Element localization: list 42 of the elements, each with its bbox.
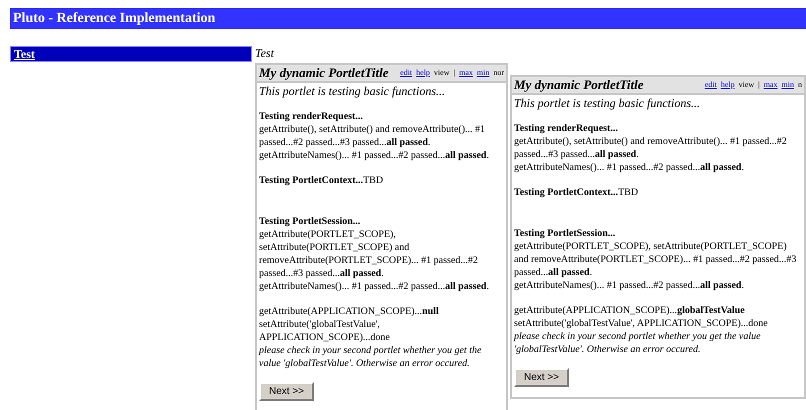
next-button[interactable]: Next >> — [259, 382, 314, 401]
test-result-text: Testing PortletSession... — [514, 227, 616, 240]
portlet-mode-link[interactable]: help — [720, 79, 735, 91]
test-result-text: getAttributeNames()... #1 passed...#2 passed...all passed. — [259, 280, 490, 293]
portlet-title: My dynamic PortletTitle — [259, 65, 388, 81]
test-result-text: Testing renderRequest... — [259, 110, 364, 123]
header-title: Pluto - Reference Implementation — [13, 10, 216, 28]
note-text: please check in your second portlet whether you get the value 'globalTestValue'. Otherwise an error occured. — [514, 330, 762, 356]
portlet-title: My dynamic PortletTitle — [514, 77, 644, 93]
portlet-mode-link[interactable]: max — [459, 67, 473, 79]
test-result-text: getAttribute(PORTLET_SCOPE), setAttribute(PORTLET_SCOPE) and removeAttribute(PORTLET_SCOPE)... #1 passed...#2 passed...#3 passed...all passed. — [514, 240, 798, 279]
test-result-text: getAttribute(), setAttribute() and removeAttribute()... #1 passed...#2 passed...#3 passed...all passed. — [259, 123, 486, 149]
test-result-text: getAttribute(APPLICATION_SCOPE)...globalTestValue — [514, 304, 746, 317]
test-result-text: Testing PortletContext...TBD — [259, 174, 384, 187]
portlet-mode-link[interactable]: max — [764, 79, 778, 91]
test-result-text: setAttribute('globalTestValue', APPLICATION_SCOPE)...done — [514, 317, 769, 330]
portlet-mode-link[interactable]: edit — [400, 67, 412, 79]
portlet-mode-link[interactable]: min — [782, 79, 794, 91]
test-result-text: getAttributeNames()... #1 passed...#2 passed...all passed. — [514, 279, 745, 292]
portlet-mode-link[interactable]: help — [416, 67, 430, 79]
portlet-mode-link[interactable]: min — [476, 67, 490, 79]
note-text: please check in your second portlet whether you get the value 'globalTestValue'. Otherwise an error occured. — [259, 344, 482, 370]
test-result-text: getAttributeNames()... #1 passed...#2 passed...all passed. — [259, 149, 490, 162]
next-button[interactable]: Next >> — [514, 368, 570, 387]
test-result-text: Testing PortletContext...TBD — [514, 186, 640, 199]
portlet-mode-label: | — [758, 79, 760, 91]
test-result-text: Testing PortletSession... — [259, 215, 362, 228]
portlet-mode-label: view — [434, 67, 450, 79]
test-result-text: Testing renderRequest... — [514, 122, 619, 135]
portlet-mode-label: | — [453, 67, 456, 79]
test-result-text: getAttribute(PORTLET_SCOPE), setAttribute(PORTLET_SCOPE) and removeAttribute(PORTLET_SCOPE)... #1 passed...#2 passed...#3 passed...all passed. — [259, 228, 479, 280]
test-result-text: getAttribute(APPLICATION_SCOPE)...null — [259, 305, 440, 318]
sidebar-item[interactable]: Test — [10, 46, 252, 62]
portlet-mode-label: n — [798, 79, 802, 91]
portlet-mode-label: nor — [493, 67, 504, 79]
portlet-intro: This portlet is testing basic functions... — [514, 96, 702, 111]
portlet-mode-link[interactable]: edit — [704, 79, 717, 91]
portlet-intro: This portlet is testing basic functions... — [259, 84, 446, 99]
portlet-mode-label: view — [738, 79, 754, 91]
test-result-text: getAttributeNames()... #1 passed...#2 passed...all passed. — [514, 161, 745, 174]
test-result-text: getAttribute(), setAttribute() and removeAttribute()... #1 passed...#2 passed...#3 passed...all passed. — [514, 135, 788, 161]
page-title: Test — [255, 46, 276, 60]
